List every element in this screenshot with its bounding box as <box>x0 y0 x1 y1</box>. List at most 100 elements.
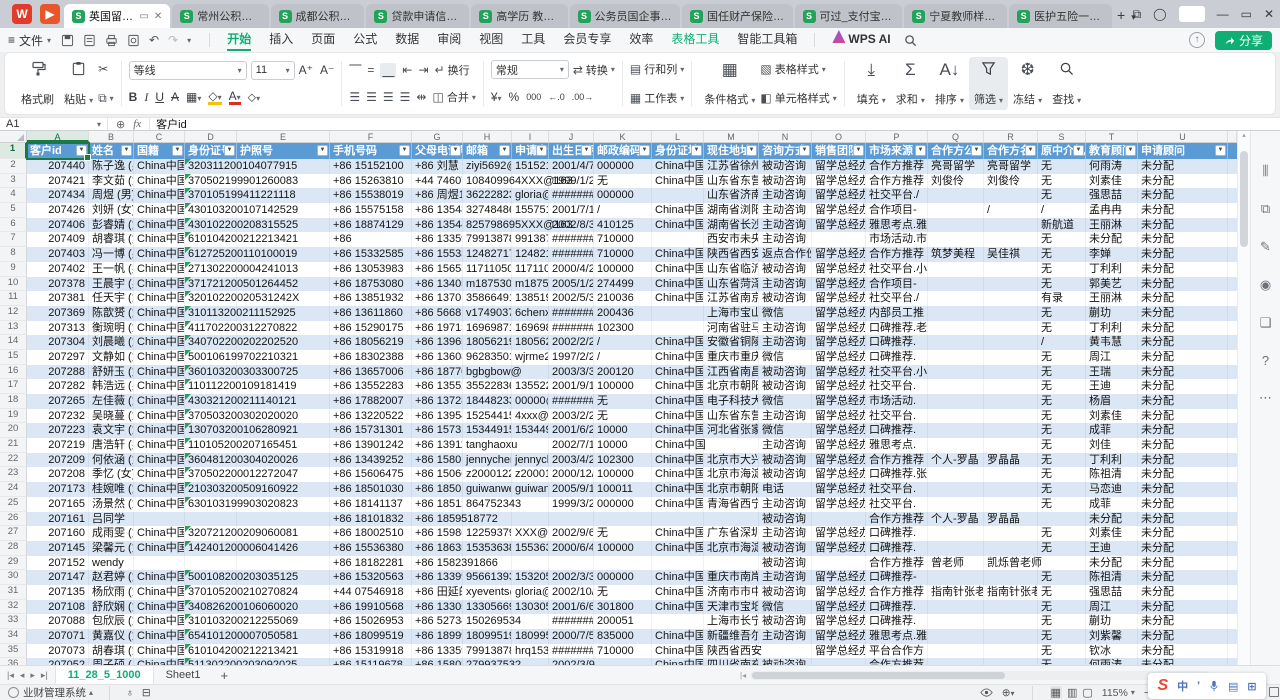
row-number[interactable]: 11 <box>0 291 27 306</box>
document-tab[interactable]: S英国留学生...▭✕ <box>64 4 170 28</box>
cell[interactable]: 142401200006041426 <box>185 541 237 556</box>
sort-button[interactable]: A↓排序 ▾ <box>930 57 969 110</box>
chevron-down-icon[interactable]: ▾ <box>187 36 191 45</box>
cell[interactable]: 2002/2/20 <box>549 335 594 350</box>
cell[interactable]: 四川省南充 <box>704 658 759 665</box>
cell[interactable]: 无 <box>1038 409 1086 424</box>
cell[interactable]: 155751588 <box>512 203 549 218</box>
cell[interactable]: 包欣辰 (女 <box>89 614 134 629</box>
cell[interactable]: 无 <box>594 174 652 189</box>
cell[interactable]: 2003/2/2 <box>549 409 594 424</box>
cell[interactable]: 207434 <box>27 188 89 203</box>
cell[interactable]: 410125 <box>594 218 652 233</box>
cell[interactable]: 护照号▼ <box>237 143 330 159</box>
cell[interactable] <box>759 644 812 659</box>
comma-style-icon[interactable]: 000 <box>526 92 541 102</box>
next-sheet-icon[interactable]: ▸ <box>30 670 35 681</box>
row-number[interactable]: 28 <box>0 541 27 556</box>
cell[interactable]: 广东省深圳 <box>704 526 759 541</box>
cell[interactable]: 未分配 <box>1138 644 1228 659</box>
cell[interactable]: 电话 <box>759 482 812 497</box>
cell[interactable]: 父母电话号码▼ <box>412 143 463 159</box>
cell[interactable]: 000000 <box>594 188 652 203</box>
cell[interactable]: 411702200312270822 <box>185 321 237 336</box>
cell[interactable]: 湖南省浏阳 <box>704 203 759 218</box>
cell[interactable] <box>652 512 704 527</box>
cell[interactable]: jennychen <box>463 453 512 468</box>
cell[interactable]: 返点合作伙 <box>759 247 812 262</box>
print-preview-icon[interactable] <box>127 34 140 47</box>
cell[interactable]: 2001/7/14 <box>549 203 594 218</box>
cell[interactable]: 留学总经办 <box>812 453 866 468</box>
cell[interactable] <box>652 306 704 321</box>
column-header-Q[interactable]: Q <box>928 131 984 142</box>
cell[interactable]: +86 1395468251 <box>412 409 463 424</box>
cell[interactable]: 留学总经办 <box>812 277 866 292</box>
cell[interactable] <box>928 541 984 556</box>
cell[interactable] <box>594 556 652 571</box>
cell[interactable]: 冯一博 (男 <box>89 247 134 262</box>
cell[interactable]: China中国 <box>652 541 704 556</box>
cell[interactable]: 主动咨询 <box>759 321 812 336</box>
paste-button[interactable]: 粘贴 ▾ <box>59 57 98 110</box>
cell[interactable]: 被动咨询 <box>759 159 812 174</box>
profile-icon[interactable]: ◉ <box>1260 277 1271 293</box>
cell[interactable]: 无 <box>594 585 652 600</box>
cell[interactable]: 未分配 <box>1138 526 1228 541</box>
cell[interactable]: 207265 <box>27 394 89 409</box>
cell[interactable]: 被动咨询 <box>759 556 812 571</box>
cell[interactable]: China中国 <box>134 409 185 424</box>
cell[interactable]: 身份证号▼ <box>185 143 237 159</box>
cell[interactable]: 口碑推荐. <box>866 526 928 541</box>
cell[interactable]: 610104200212213421 <box>185 644 237 659</box>
cell[interactable]: 留学总经办 <box>812 379 866 394</box>
cell[interactable]: +86 15731301 <box>330 423 412 438</box>
cell[interactable]: China中国 <box>652 600 704 615</box>
cell[interactable]: 河北省张家 <box>704 423 759 438</box>
cell[interactable]: 207232 <box>27 409 89 424</box>
cell[interactable]: +86 1851229020 <box>412 497 463 512</box>
cell[interactable]: +86 1335925706 <box>412 232 463 247</box>
cell[interactable] <box>512 556 549 571</box>
cell[interactable]: 被动咨询 <box>759 262 812 277</box>
document-tab[interactable]: S常州公积金 .xlsx <box>172 4 268 28</box>
cell[interactable]: 社交平台./ <box>866 188 928 203</box>
cell[interactable]: China中国 <box>652 629 704 644</box>
cell[interactable]: China中国 <box>134 203 185 218</box>
cell[interactable]: 舒妍玉 (女 <box>89 365 134 380</box>
cell[interactable]: 留学总经办 <box>812 570 866 585</box>
cell[interactable]: 无 <box>1038 247 1086 262</box>
cell[interactable]: 强思喆 <box>1086 188 1138 203</box>
cell[interactable] <box>928 394 984 409</box>
cell[interactable]: 客户id▼ <box>27 143 89 159</box>
cell[interactable]: 内部员工推 <box>866 306 928 321</box>
cell[interactable]: 王晨宇 (男 <box>89 277 134 292</box>
cell[interactable]: +86 18302388 <box>330 350 412 365</box>
cell[interactable]: 未分配 <box>1138 409 1228 424</box>
filter-dropdown-icon[interactable]: ▼ <box>915 145 926 156</box>
close-button[interactable]: ✕ <box>1264 7 1274 21</box>
add-sheet-button[interactable]: + <box>212 668 236 683</box>
cell[interactable]: 无 <box>1038 467 1086 482</box>
cell[interactable] <box>1038 556 1086 571</box>
cell[interactable]: +86 18002510 <box>330 526 412 541</box>
more-icon[interactable]: ⋯ <box>1259 390 1272 406</box>
cell[interactable]: 207426 <box>27 203 89 218</box>
cell[interactable]: 未分配 <box>1138 658 1228 665</box>
menu-工具[interactable]: 工具 <box>512 28 554 52</box>
cell[interactable]: +86 15536380 <box>330 541 412 556</box>
cell[interactable]: 207297 <box>27 350 89 365</box>
cell[interactable]: 155363899 <box>512 541 549 556</box>
cell[interactable]: +86 13053983 <box>330 262 412 277</box>
cell[interactable]: +86 1899937166 <box>412 629 463 644</box>
cell[interactable] <box>984 188 1038 203</box>
cell[interactable] <box>704 556 759 571</box>
cell[interactable]: 陈歆赟 (女 <box>89 306 134 321</box>
share-button[interactable]: 分享 <box>1215 31 1272 50</box>
cell[interactable]: 430102200208315525 <box>185 218 237 233</box>
table-style-button[interactable]: ▧表格样式▾ <box>760 60 836 78</box>
cell[interactable] <box>984 350 1038 365</box>
conditional-format-button[interactable]: ▦ 条件格式 ▾ <box>699 57 760 110</box>
cell[interactable]: ######### <box>549 247 594 262</box>
cell[interactable]: 社交平台. <box>866 497 928 512</box>
